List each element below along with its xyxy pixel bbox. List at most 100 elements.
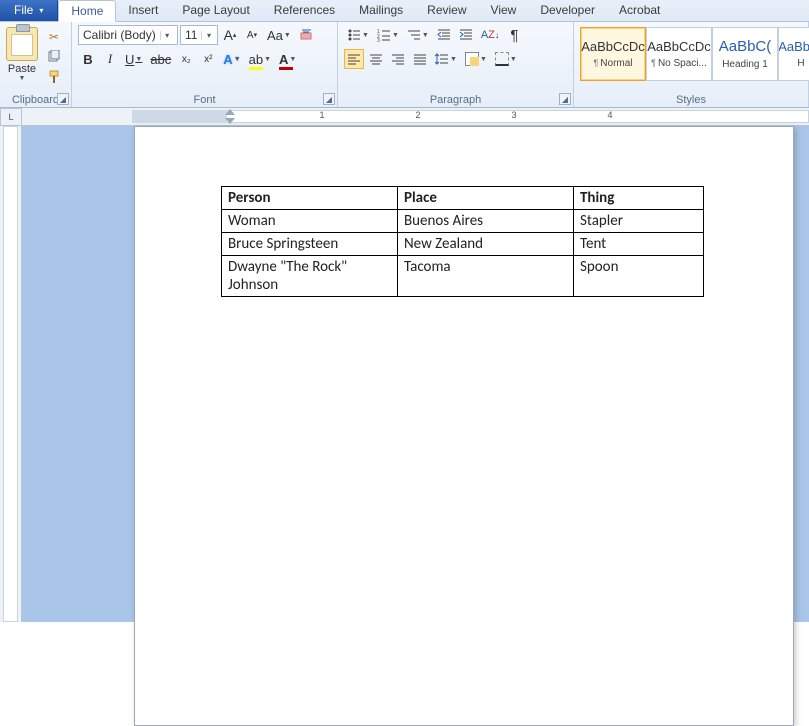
table-cell[interactable]: Bruce Springsteen [222,233,398,256]
style-no-spacing[interactable]: AaBbCcDc ¶No Spaci... [646,27,712,81]
group-label-styles: Styles [574,94,808,106]
group-label-font: Font [72,94,337,106]
group-paragraph: ▼ 123▼ ▼ AZ↓ ¶ ▼ ▼ ▼ Paragraph ◢ [338,22,574,107]
show-marks-button[interactable]: ¶ [504,25,524,45]
format-painter-button[interactable] [46,69,62,85]
tab-review[interactable]: Review [415,0,478,21]
tab-page-layout[interactable]: Page Layout [170,0,261,21]
align-right-button[interactable] [388,49,408,69]
tab-selector[interactable]: L [0,108,22,126]
font-size-value: 11 [181,28,201,42]
document-page[interactable]: Person Place Thing Woman Buenos Aires St… [134,126,794,726]
shrink-font-button[interactable]: A▾ [242,25,262,45]
chevron-down-icon: ▾ [160,31,174,40]
tab-insert[interactable]: Insert [116,0,170,21]
multilevel-icon [407,28,421,42]
document-table[interactable]: Person Place Thing Woman Buenos Aires St… [221,186,704,297]
strikethrough-button[interactable]: abc [147,49,174,69]
chevron-down-icon: ▾ [201,31,215,40]
sort-button[interactable]: AZ↓ [478,25,503,45]
align-center-icon [369,52,383,66]
decrease-indent-button[interactable] [434,25,454,45]
line-spacing-button[interactable]: ▼ [432,49,460,69]
justify-button[interactable] [410,49,430,69]
table-cell[interactable]: Stapler [574,210,704,233]
table-header-cell[interactable]: Thing [574,187,704,210]
tab-file[interactable]: File ▾ [0,0,58,21]
table-row[interactable]: Woman Buenos Aires Stapler [222,210,704,233]
style-heading-2[interactable]: AaBbC( H [778,27,809,81]
vertical-ruler[interactable] [0,126,22,622]
paste-button[interactable]: Paste ▼ [6,25,42,93]
highlight-button[interactable]: ab▼ [246,49,274,69]
hanging-indent-marker[interactable] [225,118,235,124]
style-normal[interactable]: AaBbCcDc ¶Normal [580,27,646,81]
underline-button[interactable]: U▼ [122,49,145,69]
tab-view[interactable]: View [479,0,529,21]
multilevel-list-button[interactable]: ▼ [404,25,432,45]
font-name-value: Calibri (Body) [79,28,160,42]
line-spacing-icon [435,52,449,66]
table-cell[interactable]: New Zealand [398,233,574,256]
font-name-combo[interactable]: Calibri (Body) ▾ [78,25,178,45]
grow-font-button[interactable]: A▴ [220,25,240,45]
table-row[interactable]: Dwayne "The Rock" Johnson Tacoma Spoon [222,256,704,297]
horizontal-ruler[interactable]: 1 2 3 4 [22,108,809,126]
bold-button[interactable]: B [78,49,98,69]
table-cell[interactable]: Woman [222,210,398,233]
increase-indent-button[interactable] [456,25,476,45]
paste-label: Paste [8,63,36,75]
table-header-cell[interactable]: Person [222,187,398,210]
table-cell[interactable]: Spoon [574,256,704,297]
table-cell[interactable]: Dwayne "The Rock" Johnson [222,256,398,297]
indent-icon [459,28,473,42]
change-case-button[interactable]: Aa▼ [264,25,294,45]
numbering-icon: 123 [377,28,391,42]
font-size-combo[interactable]: 11 ▾ [180,25,218,45]
tab-developer[interactable]: Developer [528,0,607,21]
group-font: Calibri (Body) ▾ 11 ▾ A▴ A▾ Aa▼ B I U▼ a… [72,22,338,107]
clipboard-icon [6,27,38,61]
bullets-button[interactable]: ▼ [344,25,372,45]
cut-button[interactable]: ✂ [46,29,62,45]
align-center-button[interactable] [366,49,386,69]
table-header-cell[interactable]: Place [398,187,574,210]
table-cell[interactable]: Tent [574,233,704,256]
subscript-button[interactable]: x₂ [176,49,196,69]
shading-icon [465,52,479,66]
group-label-paragraph: Paragraph [338,94,573,106]
copy-button[interactable] [46,49,62,65]
style-heading-1[interactable]: AaBbC( Heading 1 [712,27,778,81]
paragraph-dialog-launcher[interactable]: ◢ [559,93,571,105]
clear-formatting-button[interactable] [296,25,318,45]
style-preview: AaBbC( [778,39,809,54]
justify-icon [413,52,427,66]
shading-button[interactable]: ▼ [462,49,490,69]
document-area: L 1 2 3 4 Person Place Thing Woman Bueno… [0,108,809,622]
chevron-down-icon: ▼ [19,75,26,82]
tab-references[interactable]: References [262,0,347,21]
tab-home[interactable]: Home [58,0,116,22]
table-header-row[interactable]: Person Place Thing [222,187,704,210]
clipboard-dialog-launcher[interactable]: ◢ [57,93,69,105]
tab-mailings[interactable]: Mailings [347,0,415,21]
borders-button[interactable]: ▼ [492,49,520,69]
font-color-button[interactable]: A▼ [276,49,299,69]
numbering-button[interactable]: 123▼ [374,25,402,45]
ribbon: Paste ▼ ✂ Clipboard ◢ Calibri (Body) ▾ 1 [0,22,809,108]
tab-acrobat[interactable]: Acrobat [607,0,672,21]
text-effects-button[interactable]: A▼ [220,49,243,69]
align-left-button[interactable] [344,49,364,69]
font-dialog-launcher[interactable]: ◢ [323,93,335,105]
svg-text:3: 3 [377,38,380,42]
superscript-button[interactable]: x² [198,49,218,69]
table-cell[interactable]: Tacoma [398,256,574,297]
ribbon-tabs: File ▾ Home Insert Page Layout Reference… [0,0,809,22]
first-line-indent-marker[interactable] [225,109,235,115]
pilcrow-icon: ¶ [593,58,598,68]
group-styles: AaBbCcDc ¶Normal AaBbCcDc ¶No Spaci... A… [574,22,809,107]
italic-button[interactable]: I [100,49,120,69]
table-cell[interactable]: Buenos Aires [398,210,574,233]
table-row[interactable]: Bruce Springsteen New Zealand Tent [222,233,704,256]
group-clipboard: Paste ▼ ✂ Clipboard ◢ [0,22,72,107]
